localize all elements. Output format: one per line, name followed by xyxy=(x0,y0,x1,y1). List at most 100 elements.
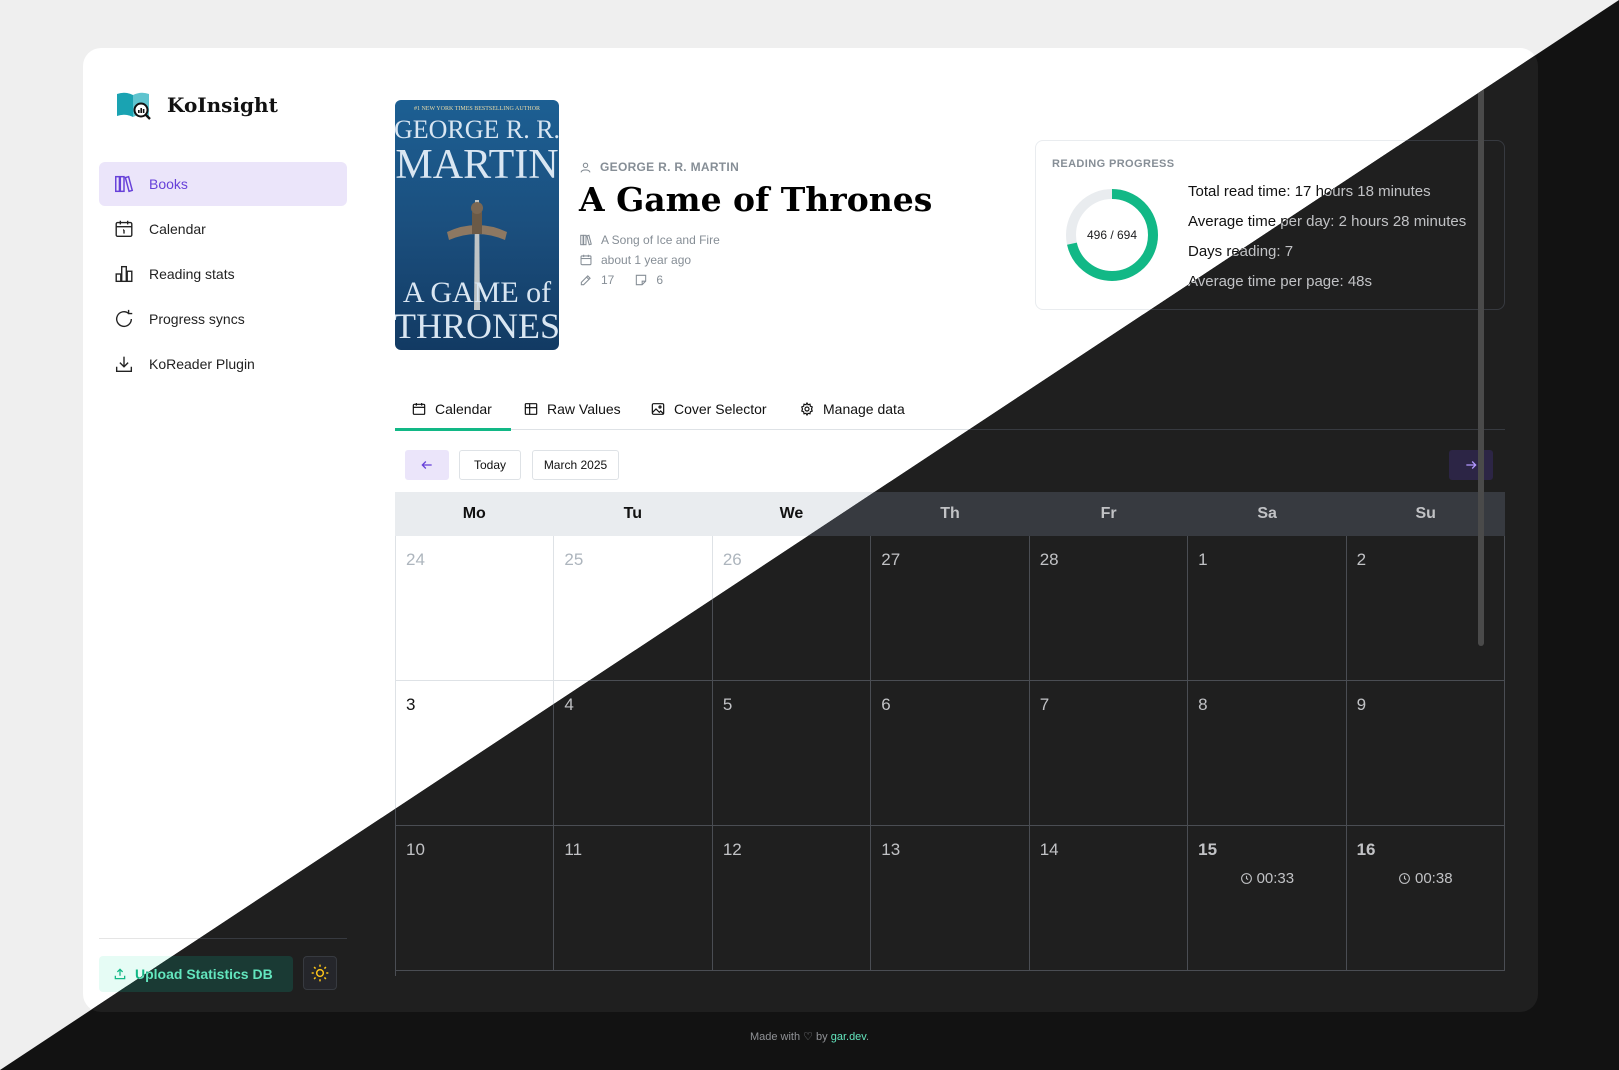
scrollbar[interactable] xyxy=(1478,68,1484,646)
book-series: A Song of Ice and Fire xyxy=(601,233,720,247)
calendar-day-number: 4 xyxy=(564,695,574,714)
calendar-day-number: 6 xyxy=(881,695,891,714)
book-series-row: A Song of Ice and Fire xyxy=(579,233,932,247)
tab-manage-data[interactable]: Manage data xyxy=(799,388,905,430)
note-icon xyxy=(636,274,647,286)
progress-donut-text: 496 / 694 xyxy=(1086,228,1138,242)
sidebar-item-label: Calendar xyxy=(149,221,206,237)
calendar-day-number: 5 xyxy=(722,695,733,714)
calendar-day-cell[interactable]: 9 xyxy=(1346,681,1505,826)
reading-progress-label: READING PROGRESS xyxy=(1052,158,1175,170)
next-month-button[interactable] xyxy=(1449,450,1493,480)
tab-label: Calendar xyxy=(435,401,492,417)
reading-time-value: 00:38 xyxy=(1415,870,1453,887)
book-annotations-row: 17 6 xyxy=(579,273,932,287)
book-author: GEORGE R. R. MARTIN xyxy=(579,160,932,174)
clock-icon xyxy=(1240,873,1252,884)
calendar-day-number: 3 xyxy=(406,695,416,714)
tab-label: Manage data xyxy=(823,401,905,417)
calendar-day-cell[interactable]: 13 xyxy=(871,826,1030,971)
calendar-day-number: 2 xyxy=(1356,550,1367,569)
calendar-day-cell[interactable]: 6 xyxy=(871,681,1030,826)
table-icon xyxy=(524,403,538,415)
sidebar-item-koreader-plugin[interactable]: KoReader Plugin xyxy=(99,342,347,386)
cover-tagline: #1 NEW YORK TIMES BESTSELLING AUTHOR xyxy=(414,106,540,112)
previous-month-button[interactable] xyxy=(405,450,449,480)
book-cover-image: #1 NEW YORK TIMES BESTSELLING AUTHOR GEO… xyxy=(395,100,559,350)
sidebar-nav: Books Calendar Reading stats Progress sy… xyxy=(99,162,347,387)
calendar-day-number: 7 xyxy=(1039,695,1050,714)
calendar-day-cell[interactable]: 14 xyxy=(1029,826,1189,971)
calendar-day-cell[interactable]: 10 xyxy=(396,826,555,971)
books-icon xyxy=(580,234,592,246)
calendar-day-cell[interactable]: 8 xyxy=(1188,681,1347,826)
reading-time-entry: 00:38 xyxy=(1347,870,1504,887)
app-logo[interactable]: KoInsight xyxy=(115,88,278,122)
sidebar-item-progress-syncs[interactable]: Progress syncs xyxy=(99,297,347,341)
calendar-day-cell[interactable]: 4 xyxy=(554,681,713,826)
calendar-day-number: 25 xyxy=(564,550,584,569)
arrow-left-icon xyxy=(421,461,432,469)
tab-raw-values[interactable]: Raw Values xyxy=(523,388,621,430)
footer-link[interactable]: gar.dev xyxy=(831,1031,866,1043)
calendar-day-number: 14 xyxy=(1039,840,1059,859)
gear-icon xyxy=(801,401,813,417)
sidebar-item-books[interactable]: Books xyxy=(99,162,347,206)
arrow-right-icon xyxy=(1466,461,1477,469)
calendar-day-cell[interactable]: 16 00:38 xyxy=(1346,826,1505,971)
active-tab-indicator xyxy=(395,428,511,431)
sidebar-item-label: Reading stats xyxy=(149,266,235,282)
weekday-label: Tu xyxy=(623,505,643,522)
weekday-label: Th xyxy=(940,505,960,522)
calendar-day-number: 26 xyxy=(722,550,742,569)
weekday-label: Sa xyxy=(1257,505,1277,522)
sidebar-item-label: KoReader Plugin xyxy=(149,356,255,372)
weekday-label: Mo xyxy=(462,505,486,522)
tab-label: Raw Values xyxy=(547,401,621,417)
calendar-day-number: 27 xyxy=(881,550,901,569)
calendar-day-cell[interactable]: 11 xyxy=(554,826,713,971)
highlights-count: 17 xyxy=(601,273,615,287)
bar-chart-icon xyxy=(115,265,133,283)
user-icon xyxy=(580,162,591,173)
author-name: GEORGE R. R. MARTIN xyxy=(600,160,740,174)
calendar-day-cell[interactable]: 12 xyxy=(712,826,872,971)
sun-icon xyxy=(311,964,329,982)
download-icon xyxy=(115,356,133,373)
tab-cover-selector[interactable]: Cover Selector xyxy=(650,388,767,430)
reading-time-value: 00:33 xyxy=(1256,870,1295,887)
sidebar-item-calendar[interactable]: Calendar xyxy=(99,207,347,251)
average-time-per-page: Average time per page: 48s xyxy=(1188,273,1373,290)
calendar-icon xyxy=(580,254,592,266)
calendar-day-cell[interactable]: 28 xyxy=(1029,536,1189,681)
cover-author-line-1: GEORGE R. R. xyxy=(395,115,559,144)
book-last-read: about 1 year ago xyxy=(601,253,692,267)
calendar-day-cell[interactable]: 1 xyxy=(1188,536,1347,681)
today-button[interactable]: Today xyxy=(459,450,521,480)
cover-title-line-1: A GAME of xyxy=(403,276,551,309)
page-footer: Made with ♡ by gar.dev. xyxy=(0,1030,1619,1043)
book-meta: GEORGE R. R. MARTIN A Game of Thrones A … xyxy=(579,160,932,287)
upload-icon xyxy=(114,968,126,980)
sidebar-item-reading-stats[interactable]: Reading stats xyxy=(99,252,347,296)
screenshot-scene: KoInsight Books Calendar Reading stats P… xyxy=(0,0,1619,1070)
book-title: A Game of Thrones xyxy=(579,180,933,219)
cover-title-line-2: THRONES xyxy=(395,306,559,346)
calendar-day-number: 9 xyxy=(1356,695,1367,714)
notes-count: 6 xyxy=(656,273,664,287)
calendar-day-cell[interactable]: 27 xyxy=(871,536,1030,681)
upload-button-label: Upload Statistics DB xyxy=(135,966,273,982)
calendar-day-number: 16 xyxy=(1356,840,1376,859)
theme-toggle-button[interactable] xyxy=(303,956,337,990)
calendar-day-cell[interactable]: 15 00:33 xyxy=(1188,826,1347,971)
calendar-day-number: 13 xyxy=(881,840,901,859)
calendar-day-cell[interactable]: 7 xyxy=(1029,681,1189,826)
calendar-day-number: 12 xyxy=(722,840,742,859)
tab-calendar[interactable]: Calendar xyxy=(411,388,492,430)
calendar-day-number: 15 xyxy=(1198,840,1218,859)
calendar-day-cell[interactable]: 5 xyxy=(712,681,872,826)
calendar-icon xyxy=(412,403,426,415)
month-picker-button[interactable]: March 2025 xyxy=(532,450,619,480)
koinsight-logo-icon xyxy=(117,92,151,120)
calendar-day-cell[interactable]: 24 xyxy=(396,536,555,681)
